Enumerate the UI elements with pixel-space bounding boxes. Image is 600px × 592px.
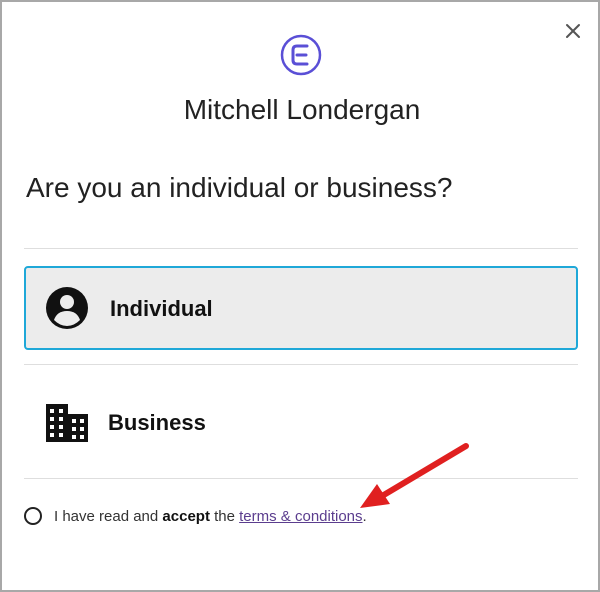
option-label-business: Business (108, 410, 206, 435)
accept-middle: the (209, 507, 240, 525)
option-label-individual: Individual (110, 296, 213, 321)
person-circle-icon (46, 287, 88, 329)
divider (24, 478, 578, 479)
accept-prefix: I have read and (54, 507, 163, 525)
accept-bold: accept (162, 507, 210, 525)
option-business[interactable]: Business (24, 380, 578, 466)
accept-terms-radio[interactable] (24, 507, 42, 525)
accept-terms-text: I have read and accept the terms & condi… (54, 508, 367, 525)
divider (24, 248, 578, 249)
account-name: Mitchell Londergan (183, 94, 421, 125)
divider (24, 364, 578, 365)
terms-link[interactable]: terms & conditions (239, 508, 362, 525)
page-question: Are you an individual or business? (26, 172, 453, 203)
accept-suffix: . (362, 507, 367, 525)
close-icon[interactable] (562, 20, 584, 42)
brand-logo-icon (280, 34, 322, 76)
accept-terms-row: I have read and accept the terms & condi… (24, 507, 367, 525)
dialog: Mitchell Londergan Are you an individual… (0, 0, 600, 592)
building-icon (46, 404, 88, 442)
option-individual[interactable]: Individual (24, 266, 578, 350)
